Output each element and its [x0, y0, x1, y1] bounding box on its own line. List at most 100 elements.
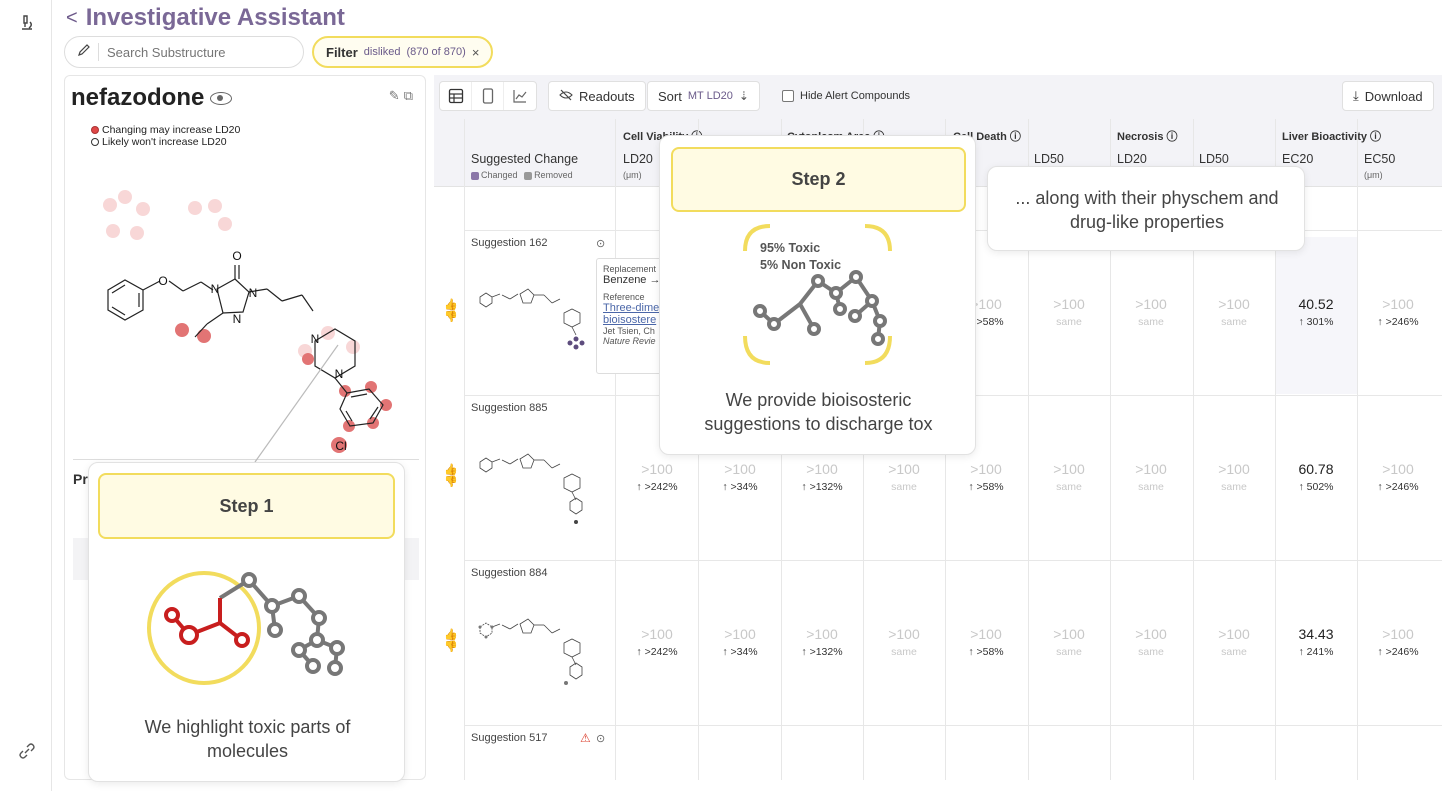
left-rail — [0, 0, 52, 791]
cell: >100 same — [1135, 626, 1167, 658]
cell: >100 ↑ >132% — [801, 626, 843, 658]
sort-button[interactable]: Sort MT LD20 ⇣ — [647, 81, 760, 111]
hide-alert-checkbox[interactable] — [782, 90, 794, 102]
change-legend: Changed Removed — [471, 170, 573, 180]
col-lb-ec20[interactable]: EC20 — [1282, 152, 1313, 166]
download-button[interactable]: ⤓ Download — [1342, 81, 1434, 111]
atom-label-n3: N — [233, 312, 242, 326]
reference-popover: Replacement Benzene → Reference Three-di… — [596, 258, 664, 374]
edit-icon[interactable]: ✎ — [389, 88, 404, 103]
suggestion-structure — [478, 618, 583, 685]
download-label: Download — [1364, 88, 1423, 104]
results-toolbar: Readouts Sort MT LD20 ⇣ Hide Alert Compo… — [434, 75, 1442, 119]
molecule-name: nefazodone — [71, 84, 205, 111]
cell: >100 same — [1135, 461, 1167, 493]
thumbs-icons[interactable]: 👍 👎 — [444, 464, 458, 488]
sort-label: Sort — [658, 88, 682, 104]
red-dot-icon — [91, 126, 99, 135]
thumbs-icons[interactable]: 👍 👎 — [444, 629, 458, 653]
legend-changed: Changed — [481, 170, 518, 180]
suggestion-structure — [479, 288, 585, 350]
atom-label-o1: O — [158, 274, 167, 288]
alert-icon: ⚠ — [580, 731, 591, 745]
row-label-162[interactable]: Suggestion 162 — [471, 237, 547, 249]
cell: >100 ↑ >246% — [1377, 296, 1419, 328]
atom-label-o2: O — [232, 249, 241, 263]
atom-label-n2: N — [249, 286, 258, 300]
step1-callout: Step 1 We highlight toxic parts of molec… — [88, 462, 405, 782]
hide-alert-toggle[interactable]: Hide Alert Compounds — [782, 90, 910, 102]
nontoxic-percentage: 5% Non Toxic — [760, 258, 842, 272]
readouts-button[interactable]: Readouts — [548, 81, 646, 111]
col-cv-ld20[interactable]: LD20 — [623, 152, 653, 166]
reference-link-2[interactable]: bioisostere — [603, 314, 657, 326]
search-bar — [64, 36, 304, 68]
suggestion-structure — [479, 453, 583, 524]
row-label-884[interactable]: Suggestion 884 — [471, 567, 547, 579]
check-circle-icon[interactable]: ⊙ — [596, 237, 605, 250]
cell: >100 ↑ >246% — [1377, 626, 1419, 658]
copy-icon[interactable]: ⧉ — [404, 88, 417, 103]
filter-value: disliked — [363, 46, 401, 58]
step1-text: We highlight toxic parts of molecules — [144, 717, 351, 761]
col-nec-ld50[interactable]: LD50 — [1199, 152, 1229, 166]
table-view-icon[interactable] — [440, 82, 472, 110]
cell: >100 same — [1218, 296, 1250, 328]
cell: >100 same — [1218, 461, 1250, 493]
cell: 60.78 ↑ 502% — [1298, 461, 1334, 493]
microscope-icon[interactable] — [18, 14, 36, 32]
info-icon: ⓘ — [1370, 131, 1382, 143]
cell: >100 same — [1053, 626, 1085, 658]
cell: 40.52 ↑ 301% — [1298, 296, 1334, 328]
cell: >100 same — [1218, 626, 1250, 658]
step3-callout: ... along with their physchem and drug-l… — [987, 166, 1305, 251]
view-switcher — [439, 81, 537, 111]
toxic-percentage: 95% Toxic — [760, 241, 821, 255]
suggested-change-header[interactable]: Suggested Change — [471, 152, 578, 166]
thumbs-icons[interactable]: 👍 👎 — [444, 299, 458, 323]
link-icon[interactable] — [18, 742, 36, 760]
eye-off-icon — [559, 89, 573, 104]
chevron-left-icon[interactable]: < — [66, 7, 78, 30]
cell: >100 ↑ >58% — [968, 626, 1004, 658]
card-view-icon[interactable] — [472, 82, 504, 110]
cell: >100 ↑ >242% — [636, 461, 678, 493]
clear-filter-icon[interactable]: × — [472, 45, 480, 60]
step2-callout: Step 2 95% Toxic 5% Non Toxic We provide… — [659, 135, 976, 455]
col-cd-ld50[interactable]: LD50 — [1034, 152, 1064, 166]
page-header: < Investigative Assistant — [66, 4, 345, 32]
col-unit: (μm) — [623, 170, 642, 180]
replacement-label: Replacement — [603, 264, 657, 274]
check-circle-icon[interactable]: ⊙ — [596, 732, 605, 745]
panel-divider — [73, 459, 419, 460]
white-dot-icon — [91, 138, 99, 147]
cell: >100 ↑ >34% — [722, 461, 758, 493]
changed-swatch — [471, 171, 479, 180]
cell: >100 ↑ >132% — [801, 461, 843, 493]
step2-title: Step 2 — [671, 147, 966, 212]
cell: >100 ↑ >246% — [1377, 461, 1419, 493]
pencil-icon[interactable] — [77, 43, 99, 61]
panel-actions: ✎⧉ — [389, 88, 417, 104]
search-input[interactable] — [107, 44, 287, 60]
row-label-885[interactable]: Suggestion 885 — [471, 402, 547, 414]
cell: >100 same — [1053, 461, 1085, 493]
reference-link-1[interactable]: Three-dime — [603, 302, 659, 314]
filter-count: (870 of 870) — [406, 46, 466, 58]
eye-icon[interactable] — [210, 91, 233, 105]
col-lb-ec50[interactable]: EC50 — [1364, 152, 1395, 166]
chart-view-icon[interactable] — [504, 82, 536, 110]
info-icon: ⓘ — [1009, 131, 1021, 143]
info-icon: ⓘ — [1166, 131, 1178, 143]
filter-pill[interactable]: Filter disliked (870 of 870) × — [312, 36, 494, 68]
col-nec-ld20[interactable]: LD20 — [1117, 152, 1147, 166]
readouts-label: Readouts — [579, 88, 635, 104]
reference-journal: Nature Revie — [603, 336, 656, 346]
legend-removed: Removed — [534, 170, 573, 180]
cell: >100 same — [1135, 296, 1167, 328]
group-necrosis: Necrosis ⓘ — [1117, 131, 1178, 143]
cell: >100 ↑ >58% — [968, 461, 1004, 493]
removed-swatch — [524, 171, 533, 180]
properties-label: Pr — [73, 471, 88, 487]
row-label-517[interactable]: Suggestion 517 — [471, 732, 547, 744]
